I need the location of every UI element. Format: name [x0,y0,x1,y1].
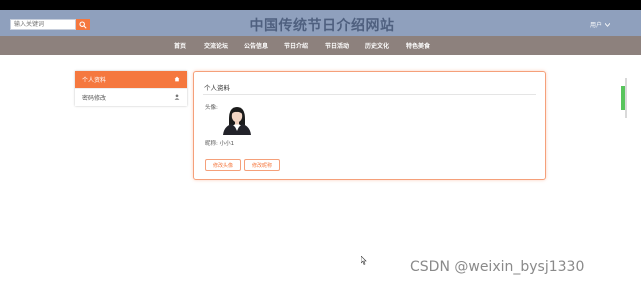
nickname-value: 小小1 [219,141,235,147]
main-nav [0,36,641,55]
nav-item-history[interactable]: 历史文化 [365,41,389,50]
scrollbar-track[interactable] [625,78,627,118]
scrollbar-thumb[interactable] [621,86,625,110]
sidebar-item-profile[interactable]: 个人资料 [75,71,187,88]
search-input[interactable] [10,19,76,30]
nav-item-forum[interactable]: 交流论坛 [204,41,228,50]
search-icon [79,20,87,29]
chevron-down-icon [605,22,611,27]
mouse-cursor-icon [360,250,367,269]
user-menu-label: 用户 [590,22,603,29]
profile-panel: 个人资料 头像: 昵称: 小小1 修改头像 修改昵称 [193,71,546,180]
nickname-row: 昵称: 小小1 [205,139,234,147]
divider [203,94,536,95]
avatar-label: 头像: [205,105,218,111]
home-icon [173,75,181,83]
sidebar-item-label: 个人资料 [82,77,107,84]
watermark: CSDN @weixin_bysj1330 [410,259,585,275]
nav-item-food[interactable]: 特色美食 [406,41,430,50]
sidebar-menu: 个人资料 密码修改 [75,71,187,106]
sidebar-item-label: 密码修改 [82,94,107,102]
top-black-bar [0,0,641,10]
site-title: 中国传统节日介绍网站 [249,18,395,34]
user-icon [173,93,181,101]
nav-item-home[interactable]: 首页 [174,41,186,50]
change-nickname-button[interactable]: 修改昵称 [244,159,280,171]
search-button[interactable] [76,19,90,30]
nav-item-notice[interactable]: 公告信息 [244,41,268,50]
change-avatar-button[interactable]: 修改头像 [205,159,241,171]
panel-title: 个人资料 [204,84,230,92]
nav-item-festival-activity[interactable]: 节日活动 [325,41,349,50]
nav-item-festival-intro[interactable]: 节日介绍 [284,41,308,50]
avatar [220,105,254,135]
user-menu[interactable]: 用户 [590,20,611,29]
nickname-label: 昵称: [205,141,218,147]
sidebar-item-password[interactable]: 密码修改 [75,88,187,105]
